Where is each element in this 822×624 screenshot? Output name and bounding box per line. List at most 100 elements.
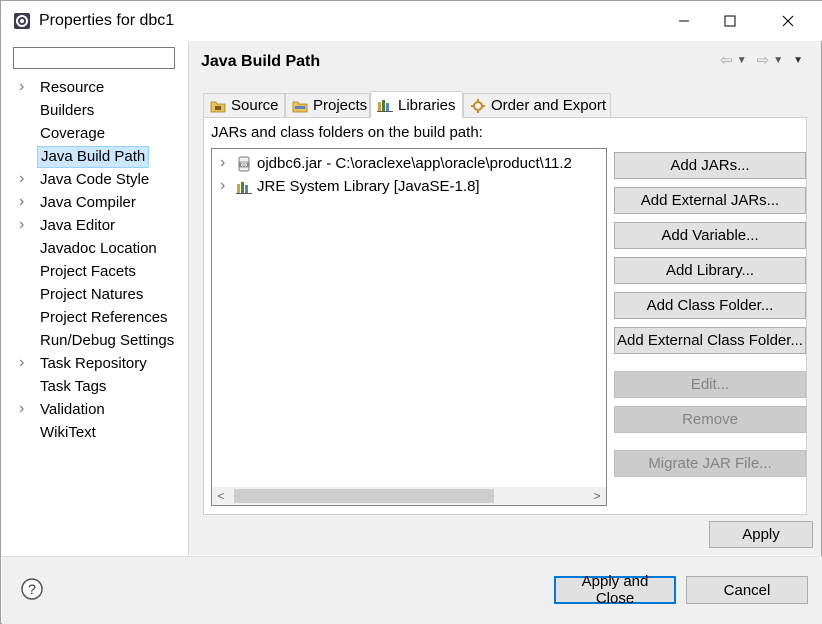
category-item[interactable]: Project Facets (5, 261, 188, 283)
category-item-label: Coverage (40, 125, 106, 142)
close-button[interactable] (765, 1, 811, 41)
source-folder-icon (210, 98, 226, 114)
cancel-button[interactable]: Cancel (686, 576, 808, 604)
scrollbar-thumb[interactable] (234, 489, 494, 503)
apply-button[interactable]: Apply (709, 521, 813, 548)
category-item-label: Resource (40, 79, 105, 96)
category-item[interactable]: Project Natures (5, 284, 188, 306)
add-library-button[interactable]: Add Library... (614, 257, 806, 284)
scroll-right-icon[interactable]: > (588, 487, 606, 505)
category-item-label: Java Code Style (40, 171, 150, 188)
build-path-entry-label: JRE System Library [JavaSE-1.8] (257, 178, 480, 195)
category-item-label: Java Editor (40, 217, 116, 234)
build-path-entries-tree[interactable]: › 010 ojdbc6.jar - C:\oraclexe\app\oracle\… (211, 148, 607, 506)
add-external-jars-button[interactable]: Add External JARs... (614, 187, 806, 214)
tab-order-and-export[interactable]: Order and Export (463, 93, 611, 117)
svg-text:010: 010 (240, 162, 248, 167)
category-item-label: Task Tags (40, 378, 107, 395)
add-variable-button[interactable]: Add Variable... (614, 222, 806, 249)
svg-text:?: ? (28, 581, 36, 597)
projects-folder-icon (292, 98, 308, 114)
maximize-button[interactable] (707, 1, 753, 41)
chevron-right-icon[interactable]: › (19, 79, 31, 95)
chevron-right-icon[interactable]: › (19, 401, 31, 417)
build-path-caption: JARs and class folders on the build path… (211, 124, 483, 141)
chevron-right-icon[interactable]: › (19, 194, 31, 210)
tab-projects[interactable]: Projects (285, 93, 370, 117)
category-item[interactable]: Java Build Path (5, 146, 188, 168)
build-path-entry[interactable]: › 010 ojdbc6.jar - C:\oraclexe\app\oracle\… (212, 153, 606, 175)
page-pane: Java Build Path ⇦ ▼ ⇨ ▼ ▼ Source Projects… (189, 41, 821, 555)
tab-label: Order and Export (491, 97, 607, 114)
dialog-button-bar: ? Apply and Close Cancel (2, 556, 822, 624)
window-title: Properties for dbc1 (39, 12, 175, 29)
category-item[interactable]: WikiText (5, 422, 188, 444)
add-class-folder-button[interactable]: Add Class Folder... (614, 292, 806, 319)
jar-icon: 010 (236, 156, 252, 172)
chevron-right-icon[interactable]: › (19, 171, 31, 187)
libraries-tab-panel: JARs and class folders on the build path… (203, 117, 807, 515)
filter-input[interactable] (13, 47, 175, 69)
minimize-icon (679, 20, 689, 22)
tab-label: Projects (313, 97, 368, 114)
tab-source[interactable]: Source (203, 93, 285, 117)
library-icon (236, 179, 252, 195)
page-title: Java Build Path (201, 53, 321, 70)
add-jars-button[interactable]: Add JARs... (614, 152, 806, 179)
category-item-label: Validation (40, 401, 105, 418)
chevron-right-icon[interactable]: › (19, 217, 31, 233)
tab-label: Source (231, 97, 279, 114)
add-external-class-folder-button[interactable]: Add External Class Folder... (614, 327, 806, 354)
category-item-label: Java Build Path (37, 146, 150, 168)
migrate-jar-file-button[interactable]: Migrate JAR File... (614, 450, 806, 477)
category-item-label: Project Facets (40, 263, 136, 280)
category-item[interactable]: › Validation (5, 399, 188, 421)
eclipse-app-icon (14, 13, 30, 29)
category-item-label: Builders (40, 102, 95, 119)
maximize-icon (724, 15, 736, 27)
close-icon (782, 15, 794, 27)
chevron-right-icon[interactable]: › (220, 177, 225, 195)
order-export-icon (470, 98, 486, 114)
category-item[interactable]: › Java Compiler (5, 192, 188, 214)
category-item[interactable]: Run/Debug Settings (5, 330, 188, 352)
tab-libraries[interactable]: Libraries (370, 91, 463, 118)
properties-dialog: Properties for dbc1 › Resource Builders Cov… (0, 0, 822, 624)
forward-dropdown-icon[interactable]: ▼ (773, 55, 783, 66)
remove-button[interactable]: Remove (614, 406, 806, 433)
category-item-label: Project References (40, 309, 168, 326)
category-item-label: Run/Debug Settings (40, 332, 175, 349)
back-arrow-icon[interactable]: ⇦ (720, 51, 733, 69)
category-item[interactable]: › Task Repository (5, 353, 188, 375)
category-item[interactable]: › Resource (5, 77, 188, 99)
tab-strip: Source Projects Libraries Order and Export (203, 91, 807, 118)
chevron-right-icon[interactable]: › (220, 154, 225, 172)
category-item[interactable]: Coverage (5, 123, 188, 145)
forward-arrow-icon[interactable]: ⇨ (757, 51, 770, 69)
category-item[interactable]: Builders (5, 100, 188, 122)
category-item[interactable]: Javadoc Location (5, 238, 188, 260)
view-menu-icon[interactable]: ▼ (793, 55, 803, 66)
category-item[interactable]: › Java Editor (5, 215, 188, 237)
back-dropdown-icon[interactable]: ▼ (737, 55, 747, 66)
build-path-entry[interactable]: › JRE System Library [JavaSE-1.8] (212, 176, 606, 198)
chevron-right-icon[interactable]: › (19, 355, 31, 371)
category-item[interactable]: Project References (5, 307, 188, 329)
category-item[interactable]: Task Tags (5, 376, 188, 398)
build-path-entry-label: ojdbc6.jar - C:\oraclexe\app\oracle\prod… (257, 155, 572, 172)
category-item-label: Java Compiler (40, 194, 136, 211)
horizontal-scrollbar[interactable]: < > (212, 487, 606, 505)
edit-button[interactable]: Edit... (614, 371, 806, 398)
category-pane: › Resource Builders Coverage Java Build Path… (5, 41, 189, 555)
minimize-button[interactable] (661, 1, 707, 41)
scroll-left-icon[interactable]: < (212, 487, 230, 505)
category-item-label: WikiText (40, 424, 96, 441)
category-item-label: Javadoc Location (40, 240, 157, 257)
apply-and-close-button[interactable]: Apply and Close (554, 573, 676, 607)
page-navigation: ⇦ ▼ ⇨ ▼ ▼ (720, 51, 809, 69)
help-icon[interactable]: ? (20, 577, 44, 601)
libraries-icon (377, 97, 393, 113)
category-item-label: Project Natures (40, 286, 144, 303)
category-item[interactable]: › Java Code Style (5, 169, 188, 191)
title-bar: Properties for dbc1 (1, 1, 822, 41)
